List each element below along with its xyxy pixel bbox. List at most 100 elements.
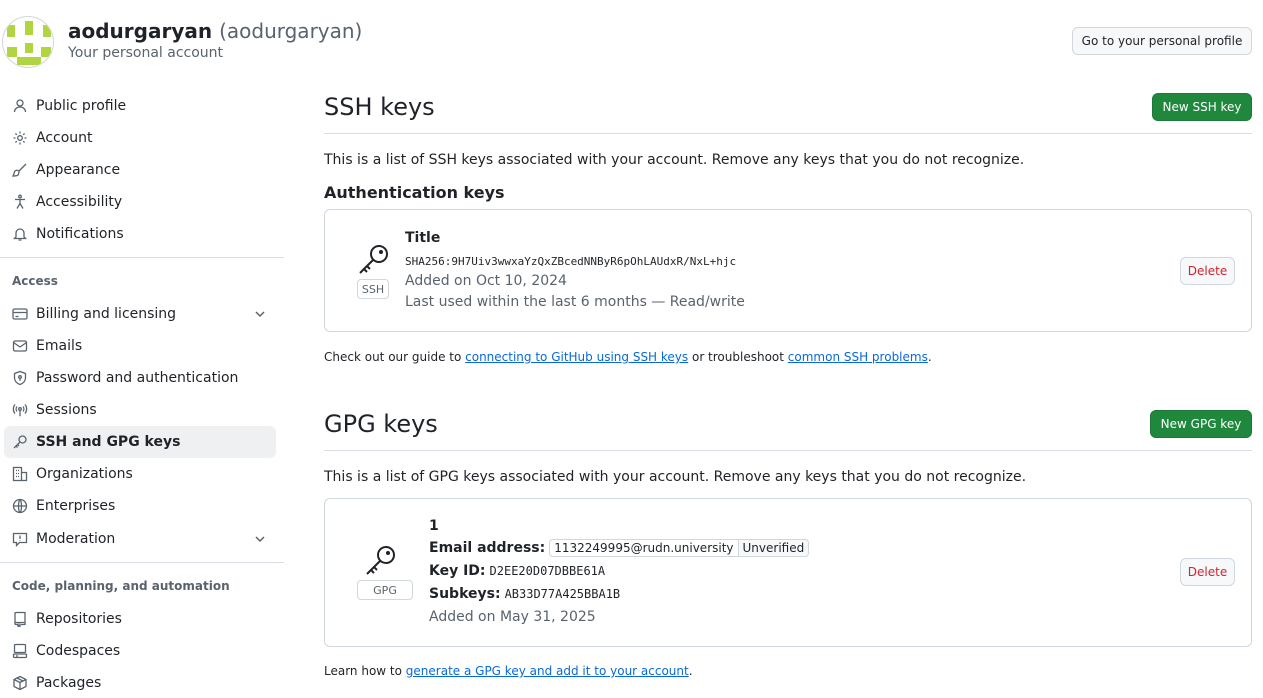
key-icon — [359, 245, 388, 274]
sidebar-item-emails[interactable]: Emails — [4, 330, 276, 362]
gpg-key-title: 1 — [429, 518, 439, 534]
ssh-guide-mid: or troubleshoot — [688, 350, 788, 364]
report-icon — [12, 531, 28, 547]
gpg-keyid-label: Key ID: — [429, 563, 486, 579]
ssh-guide-link[interactable]: connecting to GitHub using SSH keys — [465, 350, 688, 364]
ssh-key-title: Title — [405, 230, 441, 246]
gpg-subkeys-row: Subkeys: AB33D77A425BBA1B — [429, 586, 620, 602]
key-icon — [12, 434, 28, 450]
bell-icon — [12, 226, 28, 242]
sidebar-item-ssh-gpg-keys[interactable]: SSH and GPG keys — [4, 426, 276, 458]
sidebar-divider — [0, 562, 284, 563]
gpg-email-status-badge: Unverified — [738, 539, 810, 557]
ssh-guide-text: Check out our guide to connecting to Git… — [324, 350, 932, 364]
sidebar-item-label: Accessibility — [36, 194, 123, 210]
account-username: aodurgaryan — [68, 19, 213, 43]
package-icon — [12, 675, 28, 691]
new-gpg-key-button[interactable]: New GPG key — [1150, 410, 1252, 438]
sidebar-item-moderation[interactable]: Moderation — [4, 523, 276, 555]
sidebar-heading-access: Access — [12, 274, 58, 288]
ssh-problems-link[interactable]: common SSH problems — [788, 350, 928, 364]
sidebar-item-appearance[interactable]: Appearance — [4, 154, 276, 186]
gpg-email-value: 1132249995@rudn.university — [549, 539, 739, 557]
gpg-subkeys-value: AB33D77A425BBA1B — [504, 587, 621, 601]
ssh-description: This is a list of SSH keys associated wi… — [324, 152, 1025, 168]
sidebar-item-label: Appearance — [36, 162, 121, 178]
sidebar-item-notifications[interactable]: Notifications — [4, 218, 276, 250]
chevron-down-icon[interactable] — [252, 306, 268, 322]
sidebar-item-password[interactable]: Password and authentication — [4, 362, 276, 394]
ssh-guide-suffix: . — [927, 350, 932, 364]
sidebar-item-label: SSH and GPG keys — [36, 434, 181, 450]
ssh-guide-prefix: Check out our guide to — [324, 350, 466, 364]
gpg-learn-text: Learn how to generate a GPG key and add … — [324, 664, 693, 678]
accessibility-icon — [12, 194, 28, 210]
gpg-learn-link[interactable]: generate a GPG key and add it to your ac… — [406, 664, 689, 678]
ssh-key-added-date: Added on Oct 10, 2024 — [405, 273, 567, 289]
sidebar-divider — [0, 257, 284, 258]
gpg-learn-suffix: . — [688, 664, 693, 678]
gear-icon — [12, 130, 28, 146]
sidebar-item-sessions[interactable]: Sessions — [4, 394, 276, 426]
account-name: aodurgaryan (aodurgaryan) — [68, 19, 362, 43]
account-login: (aodurgaryan) — [219, 19, 363, 43]
sidebar-item-organizations[interactable]: Organizations — [4, 458, 276, 490]
section-divider — [324, 450, 1252, 451]
key-icon — [366, 546, 395, 575]
gpg-keyid-row: Key ID: D2EE20D07DBBE61A — [429, 563, 605, 579]
ssh-key-last-used: Last used within the last 6 months — Rea… — [405, 294, 745, 310]
sidebar-item-label: Emails — [36, 338, 83, 354]
gpg-key-added-date: Added on May 31, 2025 — [429, 609, 596, 625]
ssh-key-fingerprint: SHA256:9H7Uiv3wwxaYzQxZBcedNNByR6pOhLAUd… — [405, 255, 737, 268]
ssh-type-label: SSH — [357, 279, 389, 299]
sidebar-item-label: Enterprises — [36, 498, 116, 514]
sidebar-item-public-profile[interactable]: Public profile — [4, 90, 276, 122]
gpg-email-row: Email address: 1132249995@rudn.universit… — [429, 539, 810, 557]
sidebar-item-label: Public profile — [36, 98, 127, 114]
delete-gpg-key-button[interactable]: Delete — [1180, 558, 1235, 586]
sidebar-item-label: Packages — [36, 675, 102, 691]
sidebar-item-label: Password and authentication — [36, 370, 239, 386]
repo-icon — [12, 611, 28, 627]
section-divider — [324, 133, 1252, 134]
sidebar-item-packages[interactable]: Packages — [4, 667, 276, 698]
gpg-type-label: GPG — [357, 580, 413, 600]
sidebar-item-label: Sessions — [36, 402, 97, 418]
sidebar-item-label: Account — [36, 130, 93, 146]
ssh-keys-title: SSH keys — [324, 93, 435, 121]
sidebar-item-label: Notifications — [36, 226, 124, 242]
organization-icon — [12, 466, 28, 482]
sidebar-heading-code: Code, planning, and automation — [12, 579, 230, 593]
sidebar-item-repositories[interactable]: Repositories — [4, 603, 276, 635]
gpg-learn-prefix: Learn how to — [324, 664, 406, 678]
chevron-down-icon[interactable] — [252, 531, 268, 547]
sidebar-item-account[interactable]: Account — [4, 122, 276, 154]
sidebar-item-label: Moderation — [36, 531, 116, 547]
avatar[interactable] — [2, 16, 54, 68]
sidebar-item-enterprises[interactable]: Enterprises — [4, 490, 276, 522]
gpg-email-label: Email address: — [429, 540, 546, 556]
sidebar-item-accessibility[interactable]: Accessibility — [4, 186, 276, 218]
shield-lock-icon — [12, 370, 28, 386]
account-subtitle: Your personal account — [68, 45, 224, 61]
sidebar-item-label: Organizations — [36, 466, 133, 482]
credit-card-icon — [12, 306, 28, 322]
delete-ssh-key-button[interactable]: Delete — [1180, 257, 1235, 285]
sidebar-item-billing[interactable]: Billing and licensing — [4, 298, 276, 330]
new-ssh-key-button[interactable]: New SSH key — [1152, 93, 1252, 121]
codespaces-icon — [12, 643, 28, 659]
authentication-keys-heading: Authentication keys — [324, 183, 505, 202]
gpg-keyid-value: D2EE20D07DBBE61A — [489, 564, 606, 578]
gpg-description: This is a list of GPG keys associated wi… — [324, 469, 1027, 485]
ssh-key-item: SSH Title SHA256:9H7Uiv3wwxaYzQxZBcedNNB… — [324, 209, 1252, 332]
sidebar-item-codespaces[interactable]: Codespaces — [4, 635, 276, 667]
sidebar-item-label: Repositories — [36, 611, 122, 627]
gpg-keys-title: GPG keys — [324, 410, 438, 438]
sidebar-item-label: Codespaces — [36, 643, 121, 659]
globe-icon — [12, 498, 28, 514]
go-to-profile-button[interactable]: Go to your personal profile — [1072, 27, 1252, 55]
mail-icon — [12, 338, 28, 354]
paintbrush-icon — [12, 162, 28, 178]
broadcast-icon — [12, 402, 28, 418]
person-icon — [12, 98, 28, 114]
